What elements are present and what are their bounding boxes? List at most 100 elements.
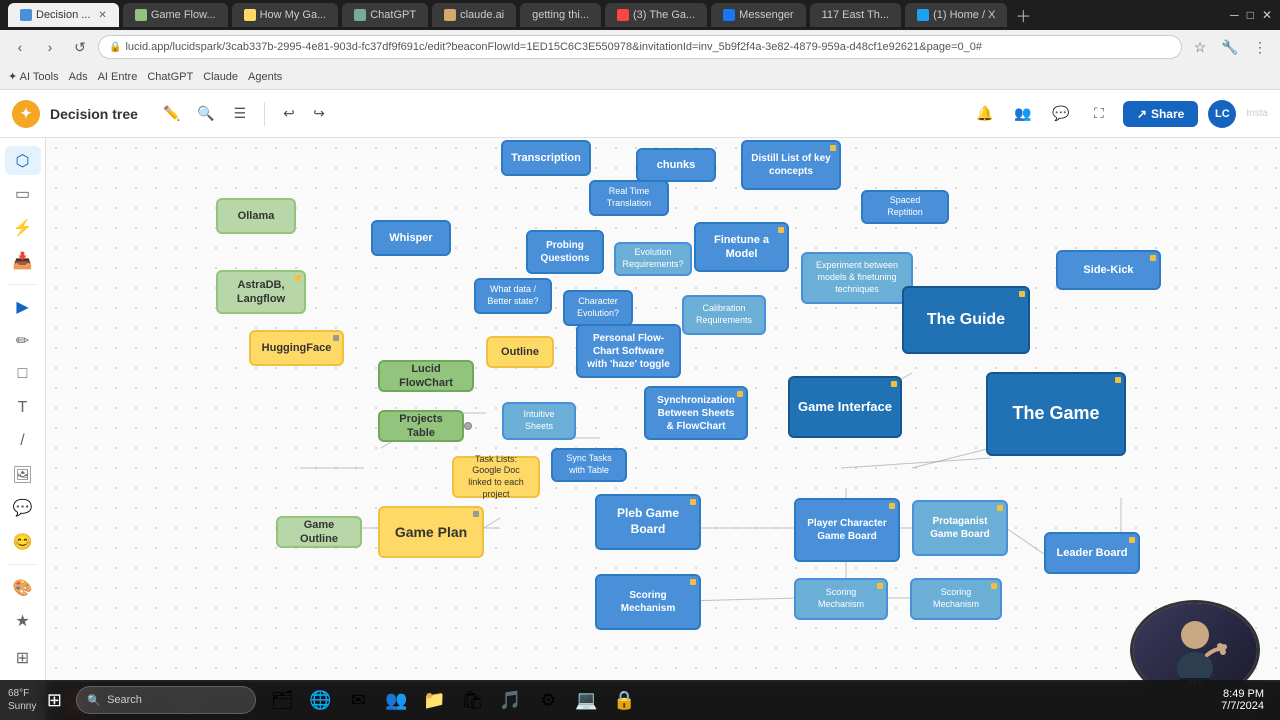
taskbar-search[interactable]: 🔍 Search [76,686,256,714]
bookmark-claude[interactable]: Claude [203,71,238,83]
redo-button[interactable]: ↪ [305,100,333,128]
tab-gameflow[interactable]: Game Flow... [123,3,228,27]
tab-home-x[interactable]: (1) Home / X [905,3,1007,27]
sidebar-home[interactable]: ⬡ [5,146,41,175]
taskbar-store[interactable]: 🛍 [454,682,490,718]
node-protagonist[interactable]: Protaganist Game Board [912,500,1008,556]
node-huggingface[interactable]: HuggingFace [249,330,344,366]
node-whisper[interactable]: Whisper [371,220,451,256]
sidebar-image[interactable]: 🖼 [5,460,41,489]
sidebar-cursor[interactable]: ▶ [5,293,41,322]
node-probing[interactable]: Probing Questions [526,230,604,274]
sidebar-import[interactable]: 📥 [5,246,41,275]
sidebar-text[interactable]: T [5,393,41,422]
sidebar-connect[interactable]: ⚡ [5,213,41,242]
settings-button[interactable]: ⋮ [1248,35,1272,59]
sidebar-plugins[interactable]: ⊞ [5,640,41,676]
taskbar-settings[interactable]: ⚙ [530,682,566,718]
node-charevolution[interactable]: Character Evolution? [563,290,633,326]
tab-chatgpt[interactable]: ChatGPT [342,3,428,27]
node-player-char[interactable]: Player Character Game Board [794,498,900,562]
sidebar-shapes[interactable]: ▭ [5,179,41,208]
sidebar-color[interactable]: 🎨 [5,573,41,602]
taskbar-spotify[interactable]: 🎵 [492,682,528,718]
taskbar-teams[interactable]: 👥 [378,682,414,718]
bookmark-ads[interactable]: Ads [69,71,88,83]
node-experiment[interactable]: Experiment between models & finetuning t… [801,252,913,304]
taskbar-browser[interactable]: 🌐 [302,682,338,718]
sidebar-emoji[interactable]: 😊 [5,527,41,556]
node-calibration[interactable]: Calibration Requirements [682,295,766,335]
node-whatdata[interactable]: What data / Better state? [474,278,552,314]
node-finetune[interactable]: Finetune a Model [694,222,789,272]
start-button[interactable]: ⊞ [36,682,72,718]
node-game-plan[interactable]: Game Plan [378,506,484,558]
node-scoring-main[interactable]: Scoring Mechanism [595,574,701,630]
tab-getting[interactable]: getting thi... [520,3,601,27]
forward-button[interactable]: › [38,35,62,59]
node-astradb[interactable]: AstraDB, Langflow [216,270,306,314]
node-leader-board[interactable]: Leader Board [1044,532,1140,574]
share-button[interactable]: ↗ Share [1123,101,1198,127]
node-spaced[interactable]: Spaced Reptition [861,190,949,224]
bookmark-agents[interactable]: Agents [248,71,282,83]
tab-decision[interactable]: Decision ... ✕ [8,3,119,27]
extensions-button[interactable]: 🔧 [1218,35,1242,59]
canvas[interactable]: Ollama Transcription chunks Distill List… [46,138,1280,720]
users-icon[interactable]: 👥 [1009,100,1037,128]
taskbar-vpn[interactable]: 🔒 [606,682,642,718]
sidebar-star[interactable]: ★ [5,607,41,636]
tab-thegame[interactable]: (3) The Ga... [605,3,707,27]
node-outline[interactable]: Outline [486,336,554,368]
bell-icon[interactable]: 🔔 [971,100,999,128]
node-scoring-2[interactable]: Scoring Mechanism [794,578,888,620]
node-task-lists[interactable]: Task Lists: Google Doc linked to each pr… [452,456,540,498]
maximize-btn[interactable]: □ [1247,8,1254,22]
taskbar-explorer[interactable]: 🗂 [264,682,300,718]
sidebar-shapes2[interactable]: □ [5,360,41,389]
node-transcription[interactable]: Transcription [501,140,591,176]
taskbar-files[interactable]: 📁 [416,682,452,718]
fullscreen-icon[interactable]: ⛶ [1085,100,1113,128]
node-sync-sheets[interactable]: Synchronization Between Sheets & FlowCha… [644,386,748,440]
menu-icon[interactable]: ☰ [226,100,254,128]
minimize-btn[interactable]: ─ [1230,8,1239,22]
node-sync-tasks[interactable]: Sync Tasks with Table [551,448,627,482]
node-personal[interactable]: Personal Flow-Chart Software with 'haze'… [576,324,681,378]
node-realtime[interactable]: Real Time Translation [589,180,669,216]
undo-button[interactable]: ↩ [275,100,303,128]
edit-icon[interactable]: ✏️ [158,100,186,128]
reload-button[interactable]: ↺ [68,35,92,59]
taskbar-mail[interactable]: ✉ [340,682,376,718]
new-tab-button[interactable]: ＋ [1015,3,1031,27]
taskbar-terminal[interactable]: 💻 [568,682,604,718]
sidebar-comment[interactable]: 💬 [5,493,41,522]
bookmark-ai-tools[interactable]: ✦ AI Tools [8,70,59,83]
node-intuitive[interactable]: Intuitive Sheets [502,402,576,440]
address-bar[interactable]: 🔒 lucid.app/lucidspark/3cab337b-2995-4e8… [98,35,1182,59]
sidebar-line[interactable]: / [5,426,41,455]
back-button[interactable]: ‹ [8,35,32,59]
close-btn[interactable]: ✕ [1262,8,1272,22]
node-sidekick[interactable]: Side-Kick [1056,250,1161,290]
tab-117[interactable]: 117 East Th... [810,3,901,27]
bookmark-button[interactable]: ☆ [1188,35,1212,59]
node-distill[interactable]: Distill List of key concepts [741,140,841,190]
node-pleb-board[interactable]: Pleb Game Board [595,494,701,550]
node-chunks[interactable]: chunks [636,148,716,182]
comment-icon[interactable]: 💬 [1047,100,1075,128]
bookmark-ai-entre[interactable]: AI Entre [98,71,138,83]
sidebar-pen[interactable]: ✏ [5,326,41,355]
node-evolution[interactable]: Evolution Requirements? [614,242,692,276]
node-game-interface[interactable]: Game Interface [788,376,902,438]
tab-messenger[interactable]: Messenger [711,3,805,27]
node-scoring-3[interactable]: Scoring Mechanism [910,578,1002,620]
node-the-game[interactable]: The Game [986,372,1126,456]
node-ollama[interactable]: Ollama [216,198,296,234]
tab-howmy[interactable]: How My Ga... [232,3,339,27]
bookmark-chatgpt[interactable]: ChatGPT [147,71,193,83]
node-projects-table[interactable]: Projects Table [378,410,464,442]
tab-claude[interactable]: claude.ai [432,3,516,27]
node-lucid-flowchart[interactable]: Lucid FlowChart [378,360,474,392]
node-game-outline[interactable]: Game Outline [276,516,362,548]
